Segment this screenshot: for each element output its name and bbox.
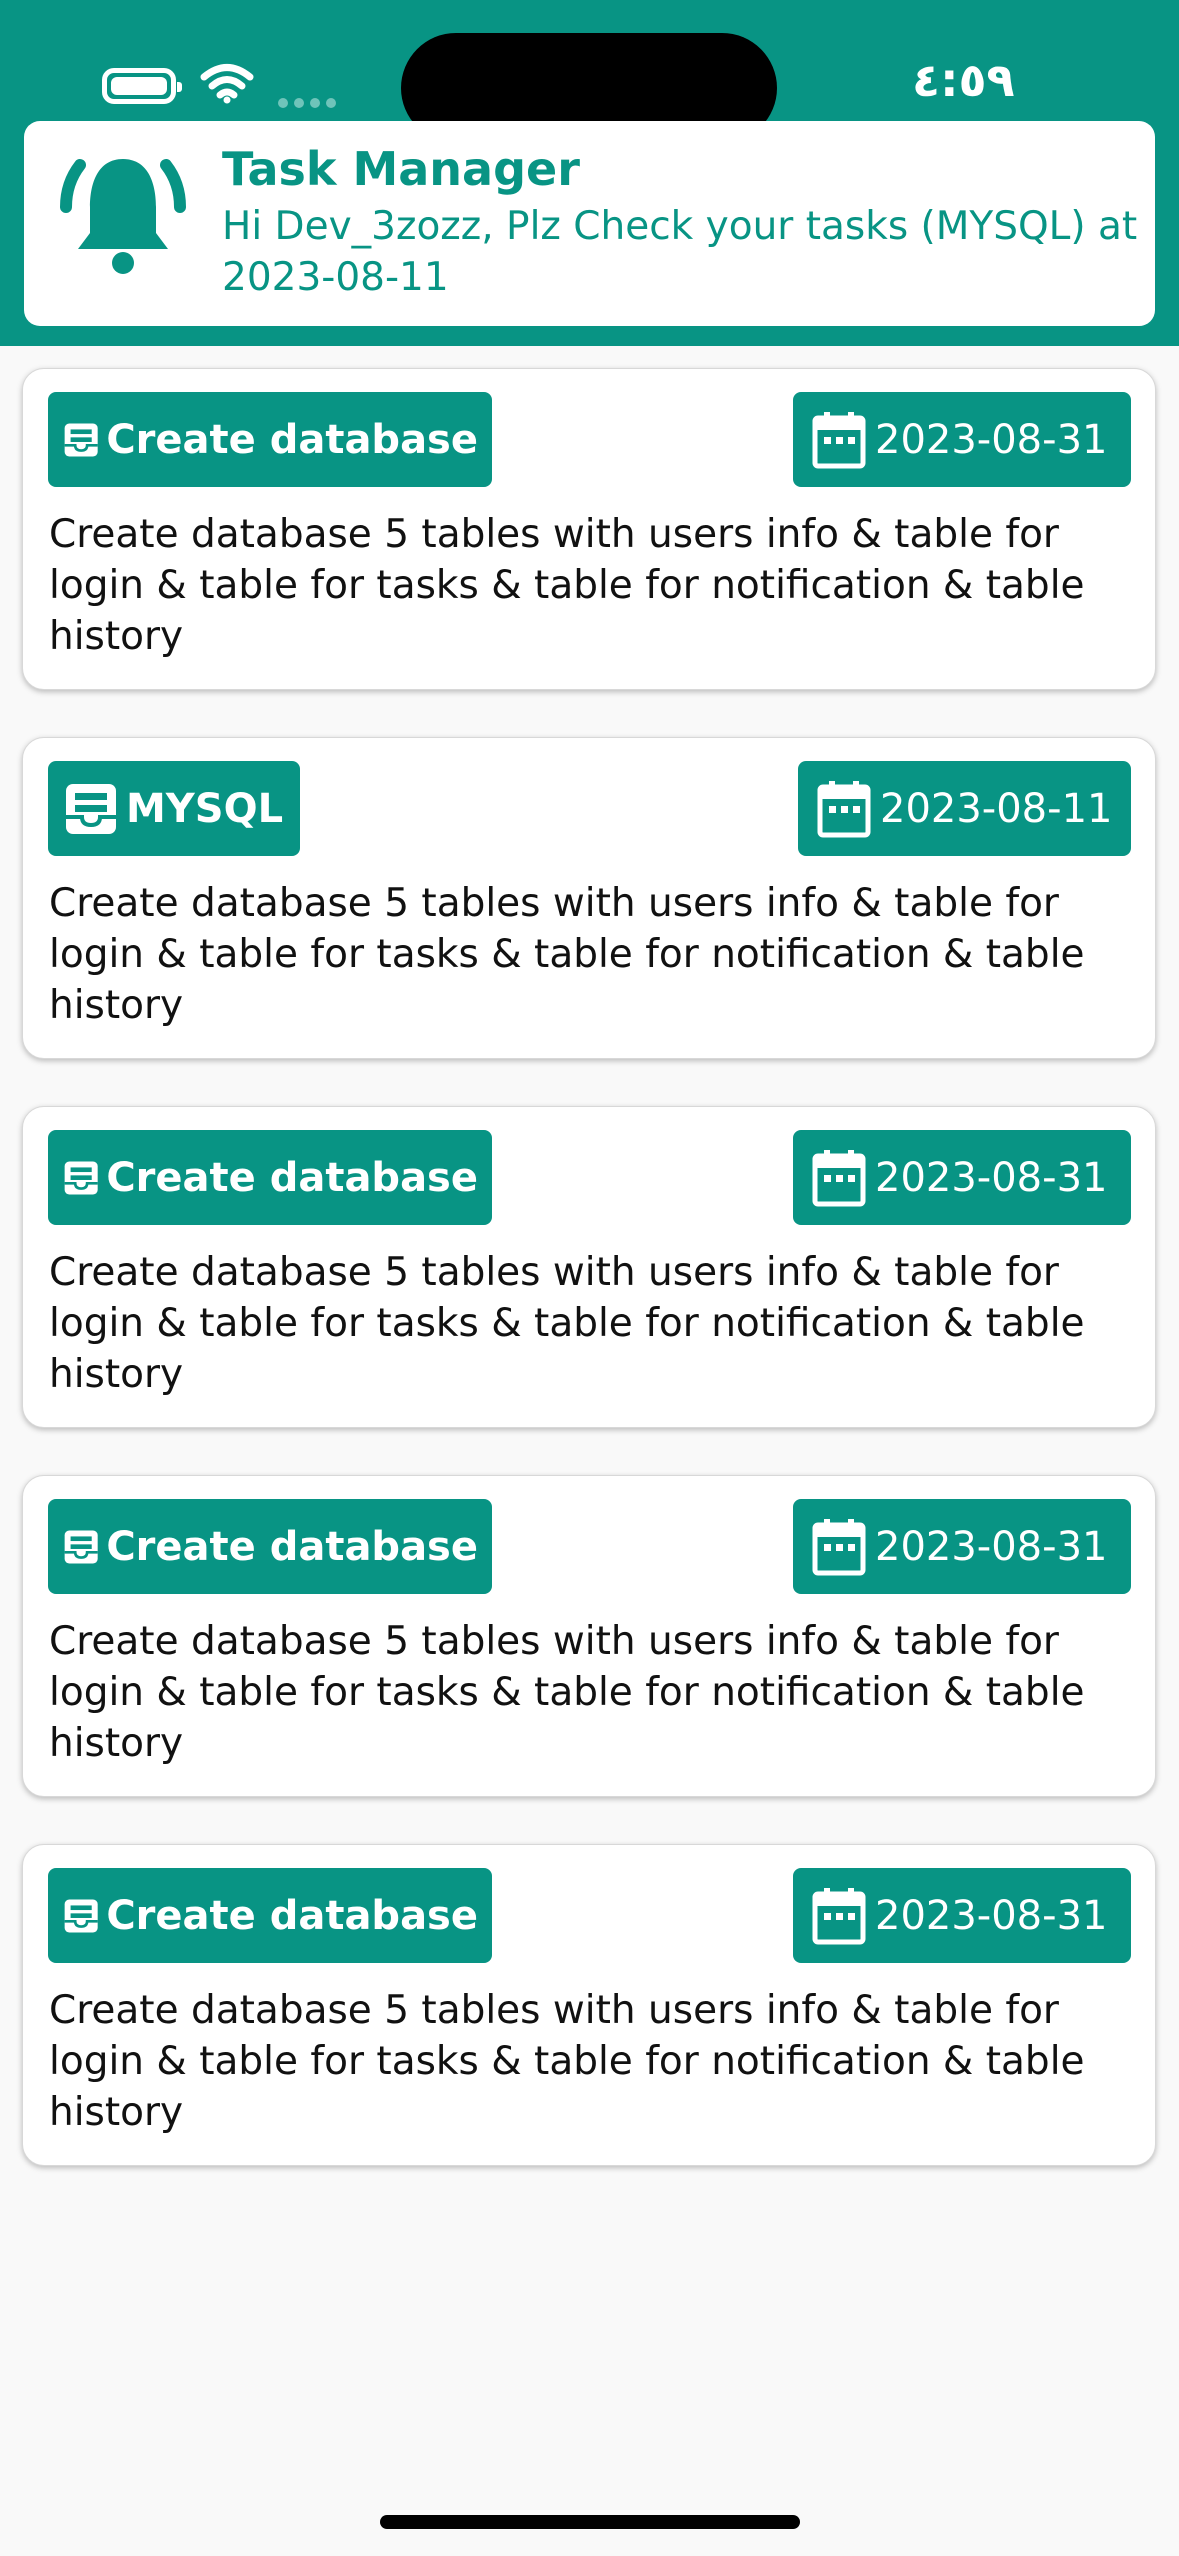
task-date-badge: 2023-08-31 [793,1130,1131,1225]
task-title: Create database [106,1892,478,1939]
task-description: Create database 5 tables with users info… [49,512,1085,659]
status-time: ٤:٥٩ [912,53,1015,107]
calendar-icon [812,1518,866,1575]
task-description: Create database 5 tables with users info… [49,881,1085,1028]
task-title: Create database [106,1523,478,1570]
calendar-icon [812,411,866,468]
task-card[interactable]: Create database 2023-08-31 Create databa… [22,368,1156,690]
task-tag: Create database [48,1130,492,1225]
task-tag: Create database [48,392,492,487]
task-date: 2023-08-31 [875,1523,1108,1570]
notification-title: Task Manager [222,142,580,196]
task-date: 2023-08-31 [875,1154,1108,1201]
task-tag: Create database [48,1868,492,1963]
notification-banner[interactable]: Task Manager Hi Dev_3zozz, Plz Check you… [24,121,1155,326]
battery-icon [102,68,182,104]
task-title: MYSQL [126,785,284,832]
wifi-icon [200,64,254,104]
task-date-badge: 2023-08-31 [793,1499,1131,1594]
task-title: Create database [106,416,478,463]
task-title: Create database [106,1154,478,1201]
task-date: 2023-08-31 [875,416,1108,463]
inbox-icon [64,422,98,457]
inbox-icon [66,783,116,834]
task-date: 2023-08-11 [880,785,1113,832]
calendar-icon [812,1149,866,1206]
inbox-icon [64,1898,98,1933]
cellular-signal-icon [278,98,336,108]
task-card[interactable]: Create database 2023-08-31 Create databa… [22,1475,1156,1797]
app-header: ٤:٥٩ Task Manager Hi Dev_3zozz, Plz Chec… [0,0,1179,346]
task-date-badge: 2023-08-11 [798,761,1131,856]
task-card[interactable]: Create database 2023-08-31 Create databa… [22,1106,1156,1428]
calendar-icon [817,780,871,837]
task-description: Create database 5 tables with users info… [49,1250,1085,1397]
task-date-badge: 2023-08-31 [793,1868,1131,1963]
task-date: 2023-08-31 [875,1892,1108,1939]
task-description: Create database 5 tables with users info… [49,1619,1085,1766]
task-card[interactable]: MYSQL 2023-08-11 Create database 5 table… [22,737,1156,1059]
inbox-icon [64,1160,98,1195]
calendar-icon [812,1887,866,1944]
task-card[interactable]: Create database 2023-08-31 Create databa… [22,1844,1156,2166]
task-tag: MYSQL [48,761,300,856]
task-date-badge: 2023-08-31 [793,392,1131,487]
notification-message: Hi Dev_3zozz, Plz Check your tasks (MYSQ… [222,204,1138,300]
bell-icon [60,159,186,274]
inbox-icon [64,1529,98,1564]
task-description: Create database 5 tables with users info… [49,1988,1085,2135]
task-tag: Create database [48,1499,492,1594]
home-indicator[interactable] [380,2515,800,2529]
